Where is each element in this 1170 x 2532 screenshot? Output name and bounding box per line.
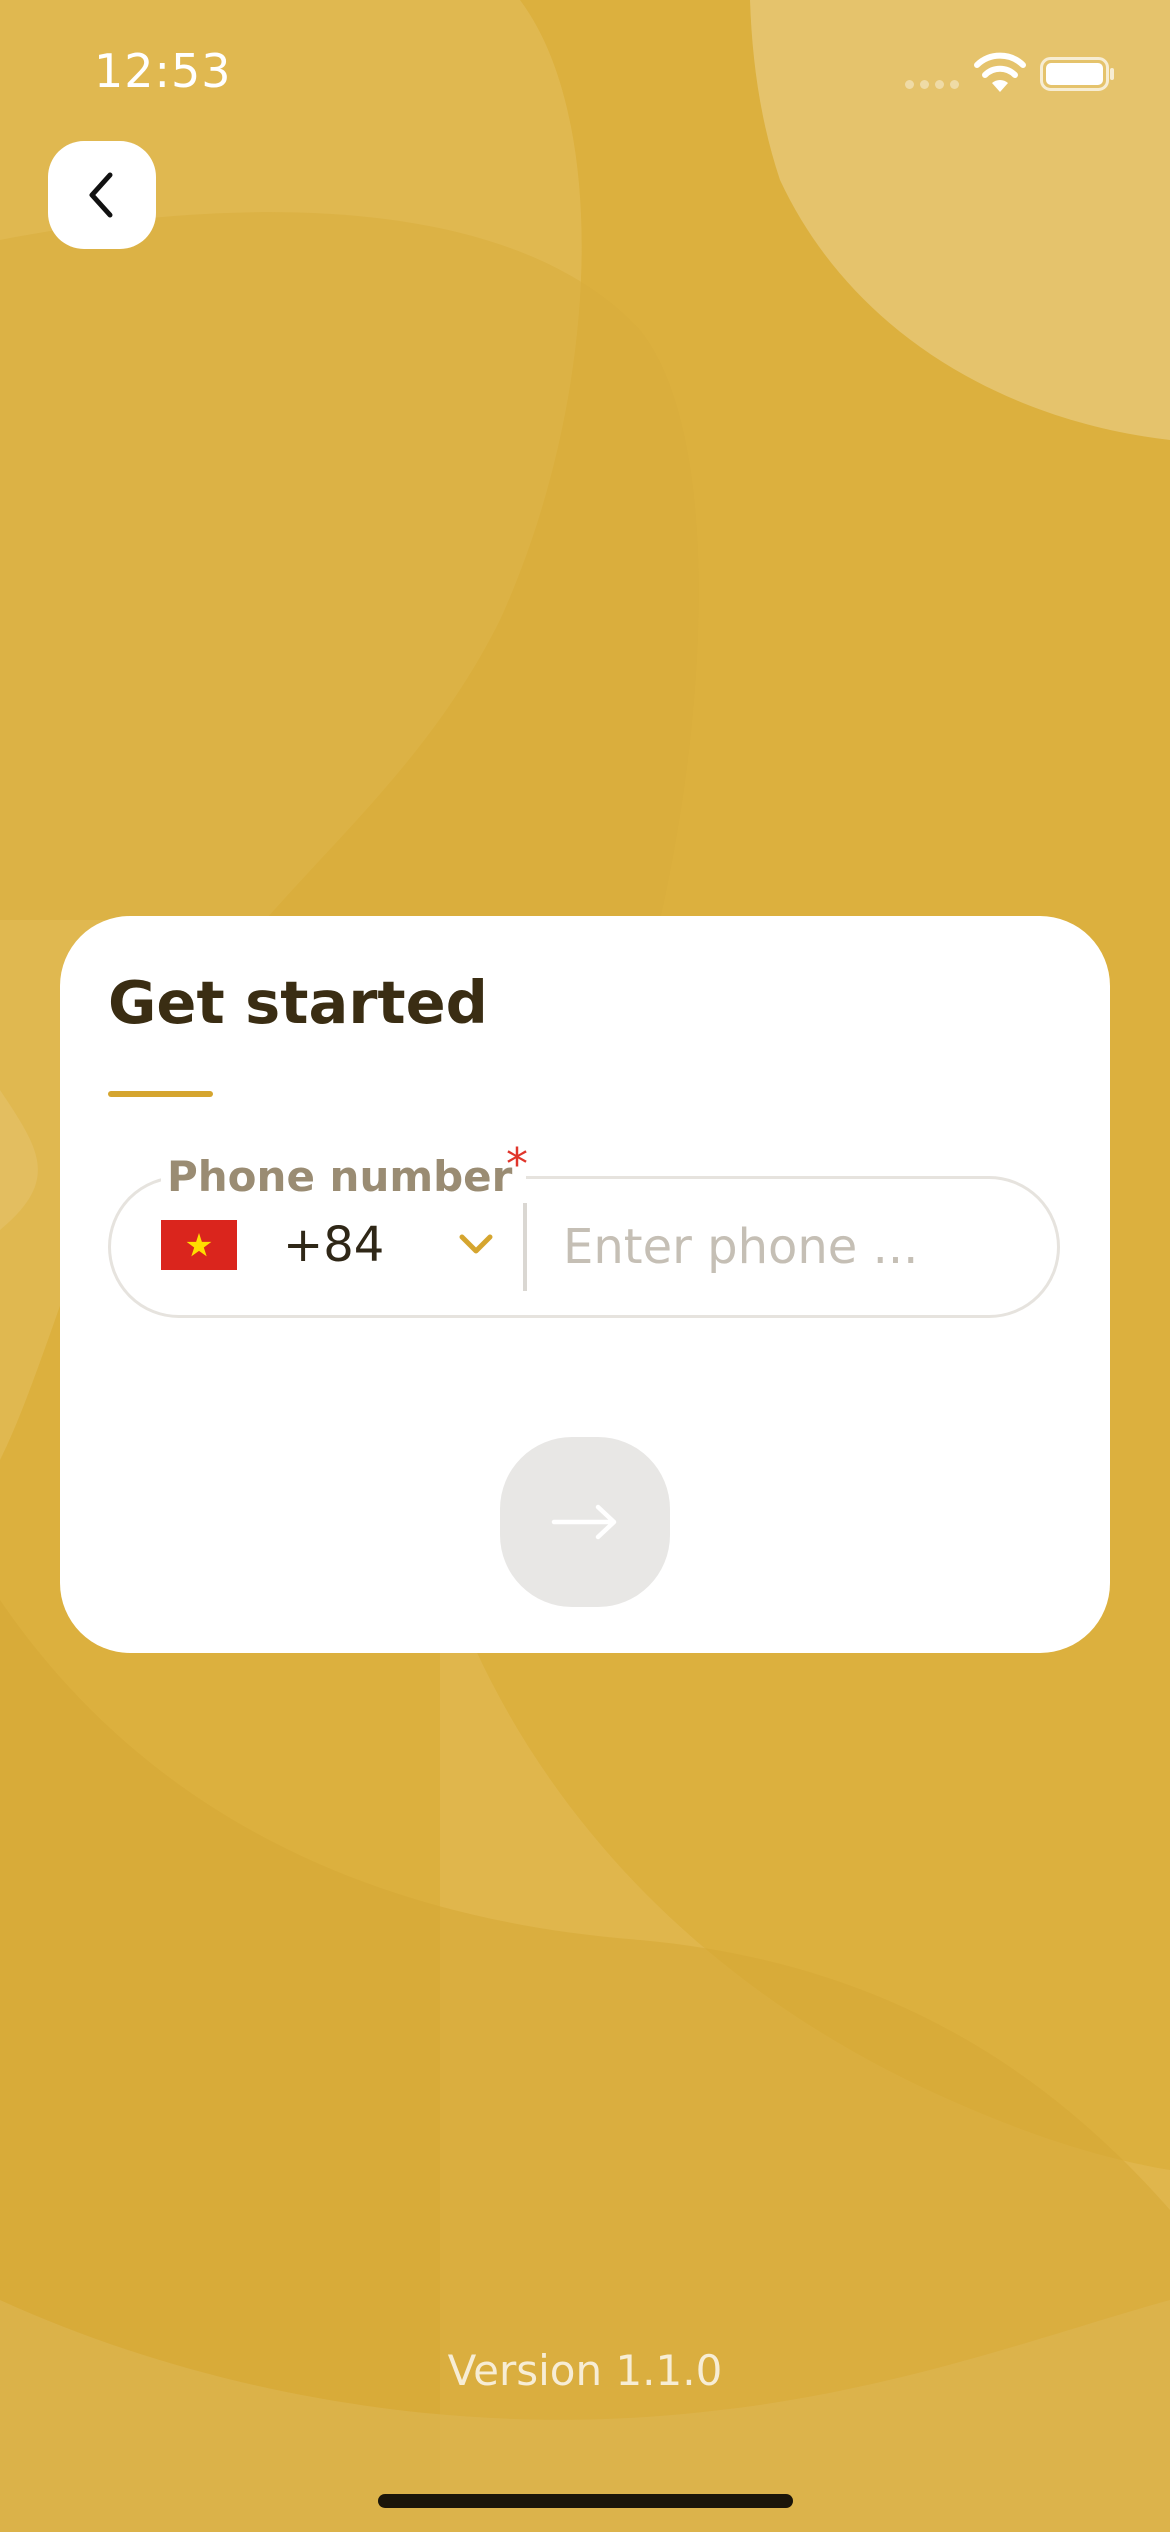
title-underline <box>108 1091 213 1097</box>
chevron-left-icon <box>89 172 113 218</box>
vietnam-flag-icon[interactable] <box>161 1220 237 1270</box>
back-button[interactable] <box>48 141 156 249</box>
country-code[interactable]: +84 <box>283 1217 384 1273</box>
next-button[interactable] <box>500 1437 670 1607</box>
phone-number-input[interactable] <box>547 1199 1043 1295</box>
screen: 12:53 Get started Phone number * +84 Ent… <box>0 0 1170 2532</box>
home-indicator <box>378 2494 793 2508</box>
page-title: Get started <box>108 968 488 1037</box>
arrow-right-icon <box>551 1504 617 1540</box>
get-started-card: Get started Phone number * +84 <box>60 916 1110 1653</box>
status-time: 12:53 <box>94 44 232 98</box>
required-indicator: * <box>506 1139 528 1190</box>
cellular-signal-icon <box>905 80 959 89</box>
wifi-icon <box>974 52 1026 92</box>
battery-icon <box>1040 57 1114 91</box>
phone-number-field: Phone number * +84 <box>108 1143 1060 1318</box>
field-divider <box>523 1203 527 1291</box>
phone-number-label: Phone number <box>161 1151 527 1203</box>
version-label: Version 1.1.0 <box>447 2346 723 2395</box>
chevron-down-icon[interactable] <box>457 1231 495 1257</box>
